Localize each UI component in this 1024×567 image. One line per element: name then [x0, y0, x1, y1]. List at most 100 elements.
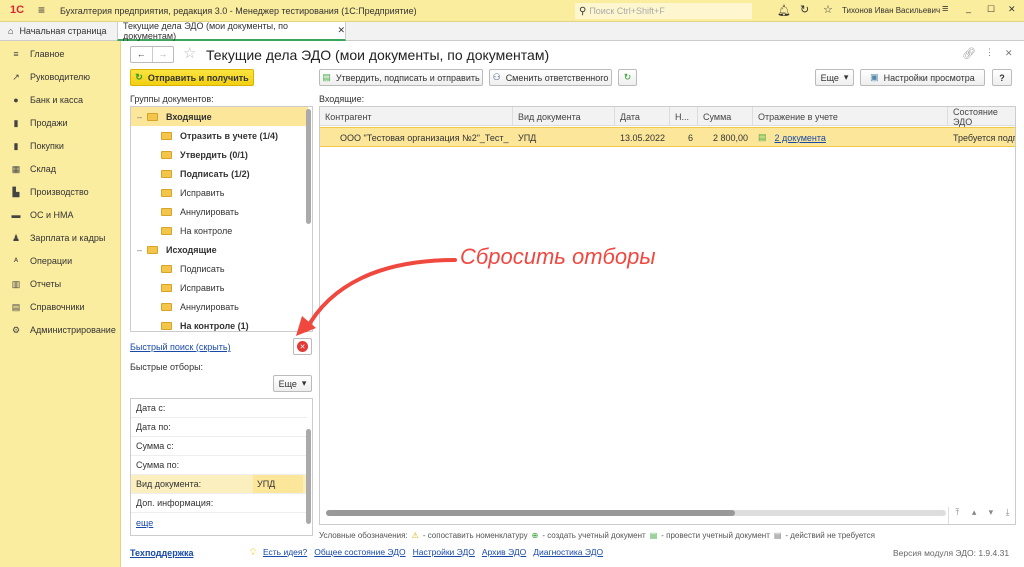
bell-icon[interactable]: 🔔︎	[777, 4, 791, 17]
search-input[interactable]: ⚲ Поиск Ctrl+Shift+F	[575, 3, 752, 19]
close-form-icon[interactable]: ✕	[1005, 48, 1013, 59]
close-window-icon[interactable]: ✕	[1008, 4, 1016, 15]
tree-item[interactable]: На контроле	[131, 221, 308, 240]
sidebar-item[interactable]: ⚙ Администрирование	[10, 321, 116, 339]
filter-row[interactable]: Дата по:	[131, 418, 307, 437]
scrollbar-thumb[interactable]	[326, 510, 736, 516]
filter-value[interactable]	[253, 418, 303, 436]
column-header[interactable]: Состояние ЭДО	[948, 107, 1015, 127]
tree-item[interactable]: Утвердить (0/1)	[131, 145, 308, 164]
tree-item[interactable]: Подписать (1/2)	[131, 164, 308, 183]
sidebar-item[interactable]: ▬ ОС и НМА	[10, 206, 74, 224]
sidebar-item[interactable]: ᴬ Операции	[10, 252, 72, 270]
minimize-icon[interactable]: _	[966, 3, 971, 13]
refresh-icon: ↻	[623, 72, 632, 82]
send-receive-button[interactable]: ↻ Отправить и получить	[130, 69, 254, 86]
edo-diagnostics-link[interactable]: Диагностика ЭДО	[533, 547, 603, 558]
tree-item[interactable]: Отразить в учете (1/4)	[131, 126, 308, 145]
forward-button[interactable]: →	[153, 47, 174, 62]
approve-sign-send-button[interactable]: ▤ Утвердить, подписать и отправить	[319, 69, 483, 86]
next-row-icon[interactable]: ▾	[983, 507, 1000, 524]
sidebar-item[interactable]: ♟ Зарплата и кадры	[10, 229, 105, 247]
sidebar-item[interactable]: ▙ Производство	[10, 183, 89, 201]
tree-item[interactable]: – Входящие	[131, 107, 308, 126]
maximize-icon[interactable]: ☐	[987, 4, 995, 15]
tree-item[interactable]: – Исходящие	[131, 240, 308, 259]
filter-value[interactable]: УПД	[253, 475, 303, 493]
column-header[interactable]: Отражение в учете	[753, 107, 948, 126]
sidebar-item[interactable]: ▤ Справочники	[10, 298, 85, 316]
help-label: ?	[999, 72, 1005, 83]
column-header[interactable]: Н...	[670, 107, 698, 126]
filters-more-button[interactable]: Еще ▾	[273, 375, 312, 392]
incoming-label: Входящие:	[319, 94, 365, 104]
sidebar-item[interactable]: ▮ Продажи	[10, 114, 68, 132]
tree-item[interactable]: Исправить	[131, 278, 308, 297]
star-icon[interactable]: ☆	[823, 3, 833, 16]
sidebar-item[interactable]: ▥ Отчеты	[10, 275, 61, 293]
more-button[interactable]: Еще ▾	[815, 69, 854, 86]
tree-item-label: Отразить в учете (1/4)	[180, 130, 279, 141]
menu-icon[interactable]: ≡	[38, 3, 45, 17]
column-header[interactable]: Дата	[615, 107, 670, 126]
tree-item[interactable]: Аннулировать	[131, 202, 308, 221]
legend-item: - создать учетный документ	[542, 531, 646, 540]
user-name[interactable]: Тихонов Иван Васильевич	[842, 6, 940, 15]
sidebar-item[interactable]: ▦ Склад	[10, 160, 56, 178]
first-row-icon[interactable]: ⤒	[949, 507, 966, 524]
sidebar-item[interactable]: ≡ Главное	[10, 45, 64, 63]
sidebar-item[interactable]: ● Банк и касса	[10, 91, 83, 109]
table-row[interactable]: ООО "Тестовая организация №2"_Тест_ УПД 13…	[320, 127, 1015, 147]
tree-item-label: На контроле	[180, 225, 233, 236]
history-icon[interactable]: ↻	[800, 3, 809, 16]
link-icon[interactable]: 🔗︎	[962, 47, 976, 60]
tree-item[interactable]: Подписать	[131, 259, 308, 278]
tab-home[interactable]: ⌂ Начальная страница	[0, 22, 116, 40]
filter-row[interactable]: Сумма с:	[131, 437, 307, 456]
help-button[interactable]: ?	[992, 69, 1012, 86]
cell-reflection[interactable]: ▤ 2 документа	[753, 128, 948, 147]
sidebar-item-label: Банк и касса	[30, 95, 83, 105]
document-groups-tree[interactable]: На контроле (1) Аннулировать Исправить Подп…	[130, 106, 313, 332]
collapse-icon[interactable]: –	[137, 245, 142, 255]
filter-value[interactable]	[253, 456, 303, 474]
tree-scrollbar[interactable]	[306, 109, 311, 224]
column-header[interactable]: Сумма	[698, 107, 753, 126]
filter-value[interactable]	[253, 399, 303, 417]
horizontal-scrollbar[interactable]	[326, 510, 946, 516]
sidebar-item[interactable]: ▮ Покупки	[10, 137, 64, 155]
favorite-star-icon[interactable]: ☆	[183, 44, 196, 62]
idea-link[interactable]: Есть идея?	[263, 547, 307, 558]
support-link[interactable]: Техподдержка	[130, 548, 193, 558]
filter-value[interactable]	[253, 494, 303, 512]
sidebar-item[interactable]: ↗ Руководителю	[10, 68, 90, 86]
settings-menu-icon[interactable]: ≡	[942, 3, 948, 15]
more-vert-icon[interactable]: ⋮	[985, 47, 994, 58]
view-settings-button[interactable]: ▣ Настройки просмотра	[860, 69, 985, 86]
last-row-icon[interactable]: ⤓	[999, 507, 1015, 524]
tree-item[interactable]: Аннулировать	[131, 297, 308, 316]
collapse-icon[interactable]: –	[137, 112, 142, 122]
refresh-button[interactable]: ↻	[618, 69, 637, 86]
filter-value[interactable]	[253, 437, 303, 455]
tree-item[interactable]: Исправить	[131, 183, 308, 202]
filters-scrollbar[interactable]	[306, 429, 311, 524]
table-header: Контрагент Вид документа Дата Н... Сумма Отра…	[320, 107, 1015, 127]
filter-row[interactable]: Сумма по:	[131, 456, 307, 475]
back-button[interactable]: ←	[131, 47, 153, 62]
filters-more-link[interactable]: еще	[136, 518, 153, 528]
prev-row-icon[interactable]: ▴	[966, 507, 983, 524]
filter-row[interactable]: Доп. информация:	[131, 494, 307, 513]
tree-item[interactable]: На контроле (1)	[131, 316, 308, 331]
filter-row[interactable]: Дата с:	[131, 399, 307, 418]
close-tab-icon[interactable]: ✕	[337, 25, 345, 36]
edo-settings-link[interactable]: Настройки ЭДО	[413, 547, 475, 558]
edo-archive-link[interactable]: Архив ЭДО	[482, 547, 526, 558]
column-header[interactable]: Вид документа	[513, 107, 615, 126]
filter-row[interactable]: Вид документа: УПД	[131, 475, 307, 494]
tab-edo-current[interactable]: Текущие дела ЭДО (мои документы, по доку…	[117, 21, 346, 41]
column-header[interactable]: Контрагент	[320, 107, 513, 126]
quick-search-link[interactable]: Быстрый поиск (скрыть)	[130, 342, 231, 352]
edo-status-link[interactable]: Общее состояние ЭДО	[314, 547, 405, 558]
change-responsible-button[interactable]: ⚇ Сменить ответственного	[489, 69, 612, 86]
